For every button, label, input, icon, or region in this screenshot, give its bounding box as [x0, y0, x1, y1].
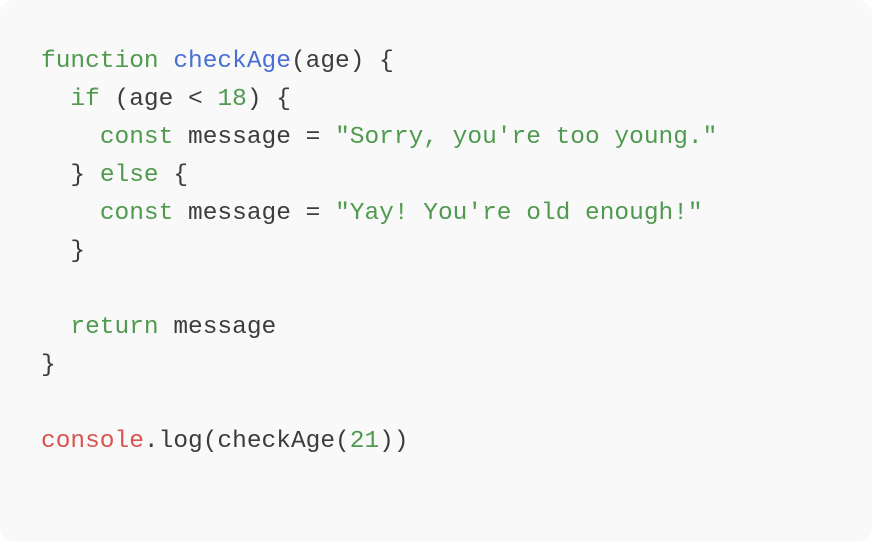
code-token: return [70, 314, 159, 341]
code-token: (age < [99, 86, 218, 113]
code-token: "Sorry, you're too young." [335, 124, 718, 151]
code-line: } [41, 347, 717, 385]
code-token: (age) { [290, 48, 394, 75]
code-token: } [41, 352, 56, 379]
code-token: { [158, 162, 189, 189]
code-token: } [41, 238, 86, 265]
code-token: 21 [349, 428, 380, 455]
code-token: if [70, 86, 100, 113]
code-token: )) [379, 428, 409, 455]
code-token: "Yay! You're old enough!" [335, 200, 703, 227]
code-line: console.log(checkAge(21)) [41, 423, 717, 461]
code-line: const message = "Sorry, you're too young… [41, 119, 718, 157]
code-token: .log(checkAge( [143, 428, 350, 455]
code-line: const message = "Yay! You're old enough!… [41, 195, 717, 233]
code-line: return message [41, 309, 717, 347]
code-line: function checkAge(age) { [41, 43, 717, 81]
code-line: if (age < 18) { [41, 81, 717, 119]
code-token: ) { [246, 86, 291, 113]
code-panel: function checkAge(age) { if (age < 18) {… [0, 0, 872, 542]
code-token: message = [173, 124, 336, 151]
code-token: function [41, 48, 159, 75]
code-token: message = [173, 200, 336, 227]
code-token: message [158, 314, 277, 341]
code-token: console [41, 428, 144, 455]
code-token: checkAge [173, 48, 291, 75]
code-line: } [41, 233, 717, 271]
code-token: 18 [217, 86, 247, 113]
code-block: function checkAge(age) { if (age < 18) {… [41, 43, 717, 461]
code-token: const [99, 124, 174, 151]
code-line: } else { [41, 157, 717, 195]
code-token: } [41, 162, 100, 189]
code-token: const [99, 200, 174, 227]
code-line: ​ [41, 271, 717, 309]
code-line: ​ [41, 385, 717, 423]
code-token: else [99, 162, 159, 189]
